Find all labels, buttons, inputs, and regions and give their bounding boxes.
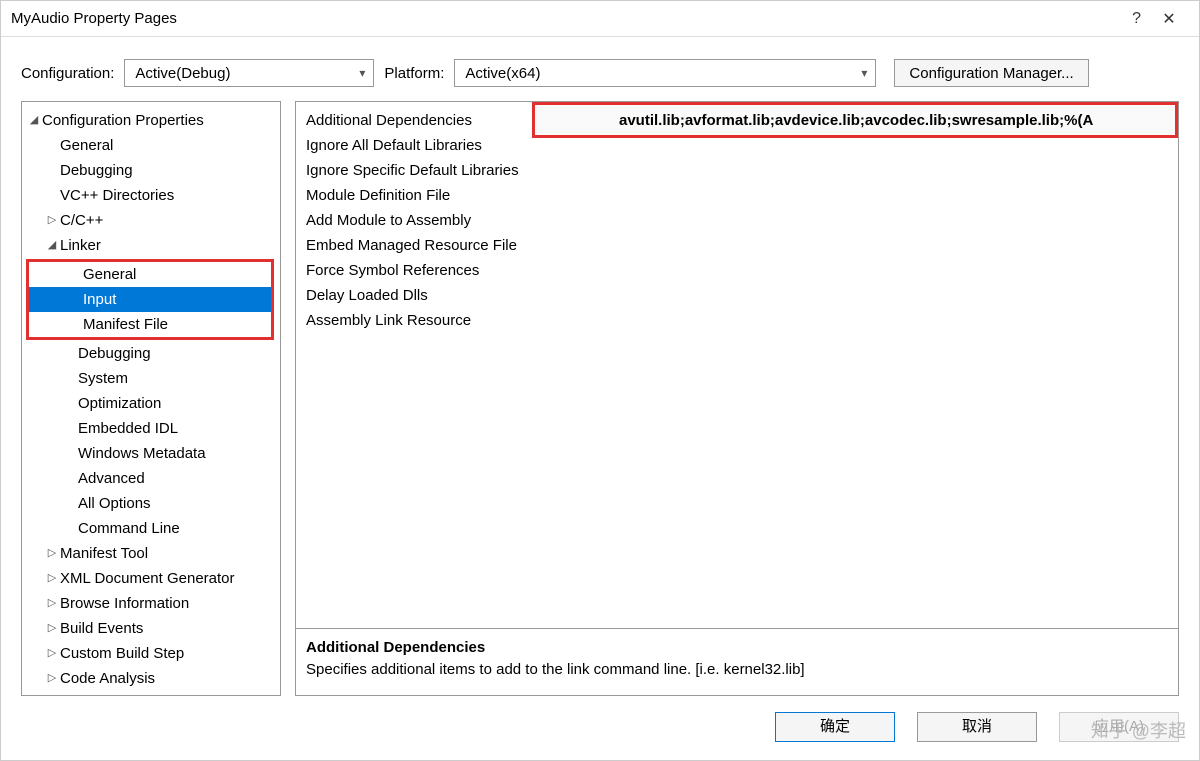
ok-button[interactable]: 确定: [775, 712, 895, 742]
property-grid[interactable]: Additional Dependencies Ignore All Defau…: [295, 101, 1179, 629]
tree-item-manifest-tool[interactable]: ▷Manifest Tool: [24, 541, 278, 566]
platform-value: Active(x64): [465, 65, 540, 82]
row-module-definition-file[interactable]: Module Definition File: [306, 183, 1178, 208]
grid-label: Ignore Specific Default Libraries: [306, 158, 606, 183]
tree-item-linker-optimization[interactable]: ▸Optimization: [24, 391, 278, 416]
grid-label: Force Symbol References: [306, 258, 606, 283]
tree-item-linker[interactable]: ◢Linker: [24, 233, 278, 258]
tree-item-linker-advanced[interactable]: ▸Advanced: [24, 466, 278, 491]
red-highlight-value: avutil.lib;avformat.lib;avdevice.lib;avc…: [532, 102, 1178, 138]
row-assembly-link-resource[interactable]: Assembly Link Resource: [306, 308, 1178, 333]
configuration-combobox[interactable]: Active(Debug) ▾: [124, 59, 374, 87]
window-title: MyAudio Property Pages: [11, 10, 1132, 27]
tree-item-linker-manifest-file[interactable]: ▸Manifest File: [29, 312, 271, 337]
platform-combobox[interactable]: Active(x64) ▾: [454, 59, 876, 87]
tree-item-build-events[interactable]: ▷Build Events: [24, 616, 278, 641]
tree-item-custom-build-step[interactable]: ▷Custom Build Step: [24, 641, 278, 666]
grid-label: Delay Loaded Dlls: [306, 283, 606, 308]
red-highlight-tree: ▸General ▸Input ▸Manifest File: [26, 259, 274, 340]
tree-item-debugging[interactable]: ▸Debugging: [24, 158, 278, 183]
cancel-button[interactable]: 取消: [917, 712, 1037, 742]
close-icon[interactable]: ✕: [1147, 9, 1191, 29]
tree-item-browse-information[interactable]: ▷Browse Information: [24, 591, 278, 616]
tree-item-linker-windows-metadata[interactable]: ▸Windows Metadata: [24, 441, 278, 466]
tree-item-general[interactable]: ▸General: [24, 133, 278, 158]
tree-item-linker-system[interactable]: ▸System: [24, 366, 278, 391]
row-add-module-to-assembly[interactable]: Add Module to Assembly: [306, 208, 1178, 233]
tree-item-linker-debugging[interactable]: ▸Debugging: [24, 341, 278, 366]
description-panel: Additional Dependencies Specifies additi…: [295, 629, 1179, 696]
tree-item-linker-command-line[interactable]: ▸Command Line: [24, 516, 278, 541]
footer: 确定 取消 应用(A): [1, 696, 1199, 760]
row-delay-loaded-dlls[interactable]: Delay Loaded Dlls: [306, 283, 1178, 308]
main-area: ◢Configuration Properties ▸General ▸Debu…: [1, 101, 1199, 696]
tree-item-xml-doc-generator[interactable]: ▷XML Document Generator: [24, 566, 278, 591]
configuration-manager-button[interactable]: Configuration Manager...: [894, 59, 1088, 87]
tree-item-code-analysis[interactable]: ▷Code Analysis: [24, 666, 278, 691]
tree-item-configuration-properties[interactable]: ◢Configuration Properties: [24, 108, 278, 133]
row-ignore-specific-default-libraries[interactable]: Ignore Specific Default Libraries: [306, 158, 1178, 183]
description-title: Additional Dependencies: [306, 637, 1168, 659]
grid-label: Module Definition File: [306, 183, 606, 208]
tree-item-linker-embedded-idl[interactable]: ▸Embedded IDL: [24, 416, 278, 441]
toolbar: Configuration: Active(Debug) ▾ Platform:…: [1, 37, 1199, 101]
help-icon[interactable]: ?: [1132, 10, 1141, 28]
additional-dependencies-value[interactable]: avutil.lib;avformat.lib;avdevice.lib;avc…: [619, 108, 1093, 133]
platform-label: Platform:: [384, 65, 444, 82]
configuration-label: Configuration:: [21, 65, 114, 82]
configuration-value: Active(Debug): [135, 65, 230, 82]
grid-label: Add Module to Assembly: [306, 208, 606, 233]
right-panel: Additional Dependencies Ignore All Defau…: [295, 101, 1179, 696]
chevron-down-icon: ▾: [359, 66, 365, 80]
chevron-down-icon: ▾: [861, 66, 867, 80]
tree-item-vcpp-directories[interactable]: ▸VC++ Directories: [24, 183, 278, 208]
dialog-window: MyAudio Property Pages ? ✕ Configuration…: [0, 0, 1200, 761]
apply-button[interactable]: 应用(A): [1059, 712, 1179, 742]
tree-item-linker-input[interactable]: ▸Input: [29, 287, 271, 312]
property-tree[interactable]: ◢Configuration Properties ▸General ▸Debu…: [21, 101, 281, 696]
tree-item-ccpp[interactable]: ▷C/C++: [24, 208, 278, 233]
titlebar: MyAudio Property Pages ? ✕: [1, 1, 1199, 37]
tree-item-linker-general[interactable]: ▸General: [29, 262, 271, 287]
row-force-symbol-references[interactable]: Force Symbol References: [306, 258, 1178, 283]
grid-label: Assembly Link Resource: [306, 308, 606, 333]
grid-label: Embed Managed Resource File: [306, 233, 606, 258]
row-embed-managed-resource-file[interactable]: Embed Managed Resource File: [306, 233, 1178, 258]
description-text: Specifies additional items to add to the…: [306, 659, 1168, 681]
tree-item-linker-all-options[interactable]: ▸All Options: [24, 491, 278, 516]
